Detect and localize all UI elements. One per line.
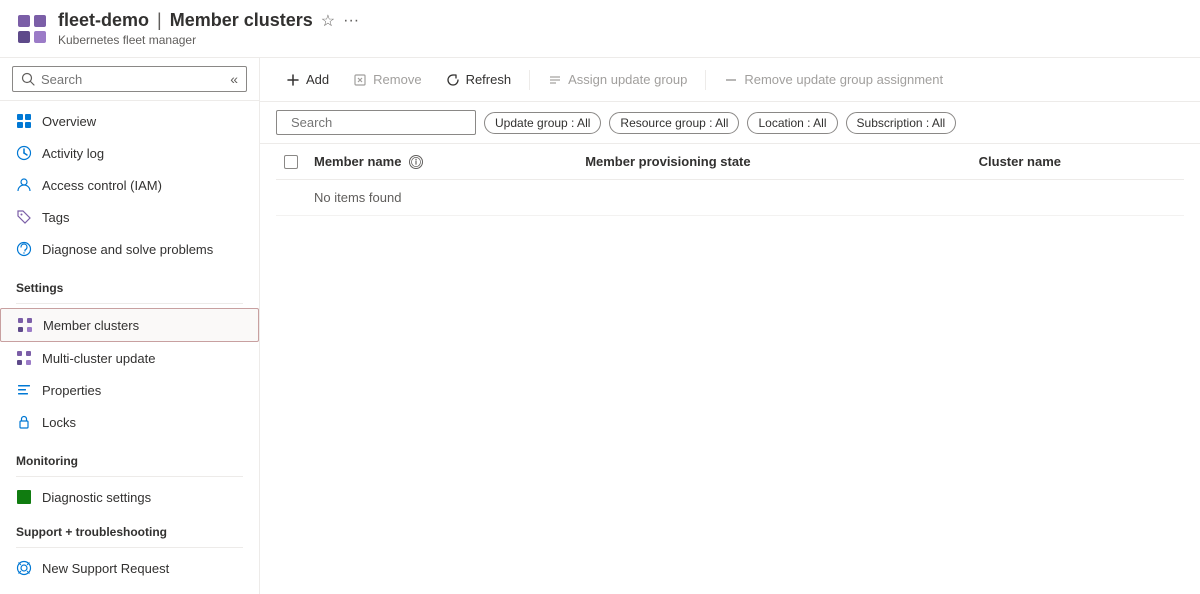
favorite-button[interactable]: ☆ <box>321 11 335 31</box>
sidebar-search-field[interactable]: « <box>12 66 247 92</box>
support-divider <box>16 547 243 548</box>
properties-icon <box>16 382 32 398</box>
new-support-label: New Support Request <box>42 561 169 576</box>
select-all-checkbox[interactable] <box>284 155 298 169</box>
member-clusters-label: Member clusters <box>43 318 139 333</box>
filter-location[interactable]: Location : All <box>747 112 837 134</box>
sidebar-navigation: Overview Activity log <box>0 101 259 594</box>
diagnose-icon <box>16 241 32 257</box>
toolbar-separator-2 <box>705 70 706 90</box>
sidebar-item-activity-log[interactable]: Activity log <box>0 137 259 169</box>
main-layout: « Overview <box>0 58 1200 594</box>
sidebar-item-member-clusters[interactable]: Member clusters <box>0 308 259 342</box>
sidebar-item-multi-cluster[interactable]: Multi-cluster update <box>0 342 259 374</box>
resource-name: fleet-demo <box>58 10 149 31</box>
sidebar-search-input[interactable] <box>41 72 224 87</box>
more-options-button[interactable]: ··· <box>343 12 359 30</box>
diagnostic-label: Diagnostic settings <box>42 490 151 505</box>
refresh-button[interactable]: Refresh <box>436 66 522 93</box>
tags-label: Tags <box>42 210 69 225</box>
remove-assignment-label: Remove update group assignment <box>744 72 943 87</box>
support-section-header: Support + troubleshooting <box>0 513 259 543</box>
col-provisioning-state: Member provisioning state <box>577 144 970 180</box>
properties-label: Properties <box>42 383 101 398</box>
toolbar-separator <box>529 70 530 90</box>
multi-cluster-label: Multi-cluster update <box>42 351 155 366</box>
assign-icon <box>548 73 562 87</box>
sidebar-collapse-button[interactable]: « <box>230 71 238 87</box>
table-area: Member name ⓘ Member provisioning state … <box>260 144 1200 594</box>
monitoring-divider <box>16 476 243 477</box>
toolbar: Add Remove Refresh <box>260 58 1200 102</box>
sidebar-item-tags[interactable]: Tags <box>0 201 259 233</box>
remove-assignment-button[interactable]: Remove update group assignment <box>714 66 953 93</box>
assign-label: Assign update group <box>568 72 687 87</box>
refresh-icon <box>446 73 460 87</box>
filters-bar: Update group : All Resource group : All … <box>260 102 1200 144</box>
support-icon <box>16 560 32 576</box>
locks-label: Locks <box>42 415 76 430</box>
page-title: Member clusters <box>170 10 313 31</box>
filter-update-group[interactable]: Update group : All <box>484 112 601 134</box>
diagnostic-icon <box>16 489 32 505</box>
multi-cluster-icon <box>16 350 32 366</box>
sidebar-item-diagnostic-settings[interactable]: Diagnostic settings <box>0 481 259 513</box>
member-clusters-icon <box>17 317 33 333</box>
fleet-icon <box>16 13 48 45</box>
tags-icon <box>16 209 32 225</box>
monitoring-section-header: Monitoring <box>0 438 259 472</box>
remove-assignment-icon <box>724 73 738 87</box>
add-label: Add <box>306 72 329 87</box>
settings-section-header: Settings <box>0 265 259 299</box>
title-separator: | <box>157 10 162 31</box>
table-search-input[interactable] <box>291 115 467 130</box>
overview-icon <box>16 113 32 129</box>
sidebar-item-new-support[interactable]: New Support Request <box>0 552 259 584</box>
header-title: fleet-demo | Member clusters ☆ ··· Kuber… <box>58 10 359 47</box>
remove-button[interactable]: Remove <box>343 66 431 93</box>
diagnose-label: Diagnose and solve problems <box>42 242 213 257</box>
activity-log-label: Activity log <box>42 146 104 161</box>
page-header: fleet-demo | Member clusters ☆ ··· Kuber… <box>0 0 1200 58</box>
remove-label: Remove <box>373 72 421 87</box>
sidebar: « Overview <box>0 58 260 594</box>
refresh-label: Refresh <box>466 72 512 87</box>
no-items-message: No items found <box>306 180 1184 216</box>
filter-subscription[interactable]: Subscription : All <box>846 112 957 134</box>
overview-label: Overview <box>42 114 96 129</box>
table-search-field[interactable] <box>276 110 476 135</box>
select-all-checkbox-header[interactable] <box>276 144 306 180</box>
sidebar-item-diagnose[interactable]: Diagnose and solve problems <box>0 233 259 265</box>
remove-icon <box>353 73 367 87</box>
filter-resource-group[interactable]: Resource group : All <box>609 112 739 134</box>
sidebar-item-access-control[interactable]: Access control (IAM) <box>0 169 259 201</box>
sidebar-item-overview[interactable]: Overview <box>0 105 259 137</box>
table-header-row: Member name ⓘ Member provisioning state … <box>276 144 1184 180</box>
sidebar-item-properties[interactable]: Properties <box>0 374 259 406</box>
search-icon <box>21 72 35 86</box>
header-subtitle: Kubernetes fleet manager <box>58 33 359 47</box>
member-clusters-table: Member name ⓘ Member provisioning state … <box>276 144 1184 216</box>
sidebar-search-container: « <box>0 58 259 101</box>
add-button[interactable]: Add <box>276 66 339 93</box>
access-control-icon <box>16 177 32 193</box>
col-member-name: Member name ⓘ <box>306 144 577 180</box>
settings-divider <box>16 303 243 304</box>
table-empty-row: No items found <box>276 180 1184 216</box>
locks-icon <box>16 414 32 430</box>
col-cluster-name: Cluster name <box>971 144 1184 180</box>
access-control-label: Access control (IAM) <box>42 178 162 193</box>
content-area: Add Remove Refresh <box>260 58 1200 594</box>
member-name-info-icon[interactable]: ⓘ <box>409 155 423 169</box>
add-icon <box>286 73 300 87</box>
activity-icon <box>16 145 32 161</box>
assign-button[interactable]: Assign update group <box>538 66 697 93</box>
sidebar-item-locks[interactable]: Locks <box>0 406 259 438</box>
